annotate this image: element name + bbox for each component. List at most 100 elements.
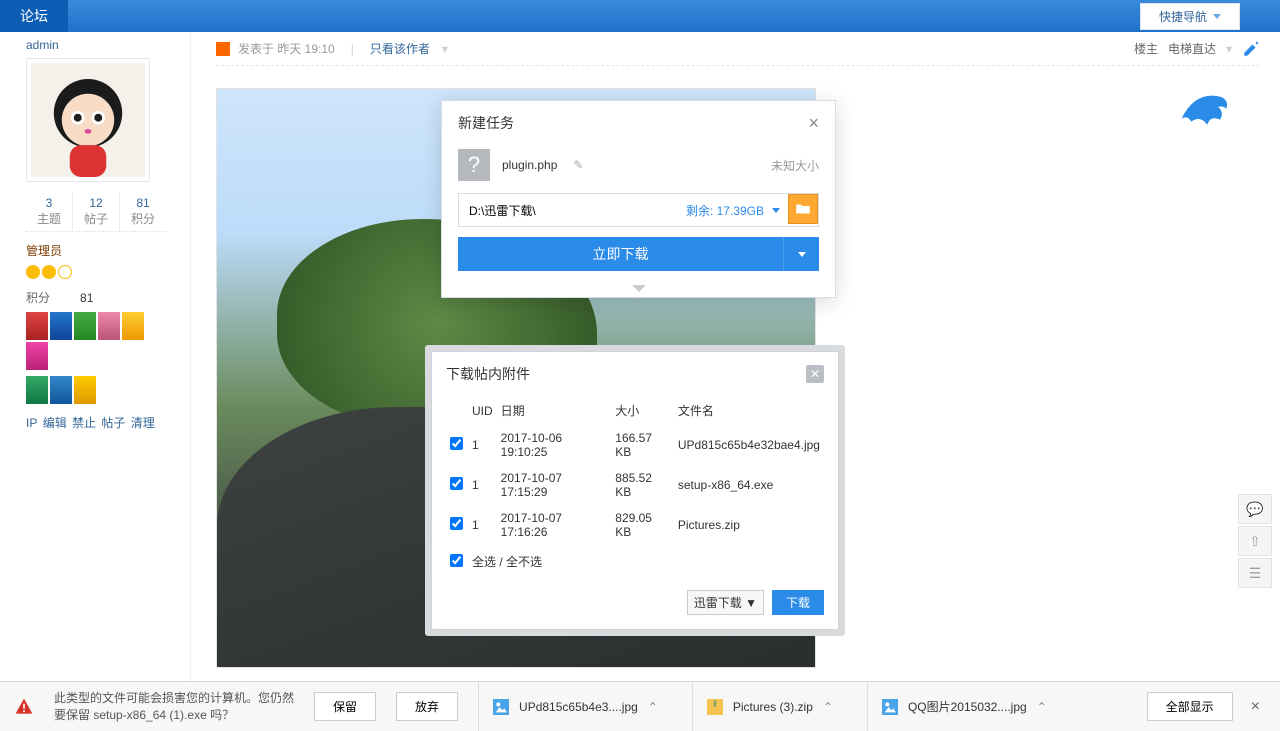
mood-badges bbox=[26, 265, 166, 279]
download-item[interactable]: Pictures (3).zip ⌃ bbox=[692, 682, 847, 731]
posted-at: 发表于 昨天 19:10 bbox=[238, 40, 335, 57]
forum-tab[interactable]: 论坛 bbox=[0, 0, 68, 32]
warning-text: 此类型的文件可能会损害您的计算机。您仍然要保留 setup-x86_64 (1)… bbox=[54, 690, 294, 722]
star-icon bbox=[58, 265, 72, 279]
show-all-button[interactable]: 全部显示 bbox=[1147, 692, 1233, 721]
file-row: ? plugin.php ✎ 未知大小 bbox=[458, 145, 819, 193]
xunlei-bird-icon bbox=[1172, 80, 1236, 144]
post-meta-bar: 发表于 昨天 19:10 | 只看该作者 ▾ 楼主 电梯直达 ▾ bbox=[216, 32, 1260, 66]
col-date: 日期 bbox=[497, 396, 612, 425]
image-file-icon bbox=[493, 699, 509, 715]
medal-icon bbox=[50, 376, 72, 404]
username-link[interactable]: admin bbox=[26, 38, 190, 52]
select-all-checkbox[interactable] bbox=[450, 554, 463, 567]
only-author-link[interactable]: 只看该作者 bbox=[370, 40, 430, 57]
medals-row bbox=[26, 312, 166, 370]
path-input[interactable] bbox=[459, 194, 678, 226]
row-checkbox[interactable] bbox=[450, 437, 463, 450]
medal-icon bbox=[26, 342, 48, 370]
attachment-table: UID 日期 大小 文件名 1 2017-10-06 19:10:25 166.… bbox=[446, 396, 824, 576]
chevron-down-icon[interactable]: ▾ bbox=[442, 42, 448, 56]
chevron-up-icon[interactable]: ⌃ bbox=[648, 700, 658, 714]
close-icon[interactable]: × bbox=[808, 114, 819, 132]
smile-icon bbox=[26, 265, 40, 279]
stat-points[interactable]: 81积分 bbox=[120, 192, 166, 231]
download-item[interactable]: QQ图片2015032....jpg ⌃ bbox=[867, 682, 1061, 731]
floor-owner-link[interactable]: 楼主 bbox=[1134, 40, 1158, 57]
chevron-down-icon[interactable] bbox=[772, 208, 780, 213]
table-row: 1 2017-10-07 17:16:26 829.05 KB Pictures… bbox=[446, 505, 824, 545]
download-item[interactable]: UPd815c65b4e3....jpg ⌃ bbox=[478, 682, 672, 731]
dialog-title: 新建任务 bbox=[458, 113, 514, 133]
chevron-up-icon[interactable]: ⌃ bbox=[1037, 700, 1047, 714]
download-dropdown[interactable] bbox=[783, 237, 819, 271]
edit-filename-icon[interactable]: ✎ bbox=[573, 158, 583, 172]
user-role: 管理员 bbox=[26, 242, 190, 259]
avatar-image bbox=[31, 63, 145, 177]
elevator-link[interactable]: 电梯直达 bbox=[1168, 40, 1216, 57]
comment-icon[interactable]: 💬 bbox=[1238, 494, 1272, 524]
points-row: 积分81 bbox=[26, 289, 190, 306]
zip-file-icon bbox=[707, 699, 723, 715]
neutral-icon bbox=[42, 265, 56, 279]
admin-link-ip[interactable]: IP bbox=[26, 416, 37, 430]
file-icon: ? bbox=[458, 149, 490, 181]
space-left-label[interactable]: 剩余: 17.39GB bbox=[686, 202, 764, 219]
file-size: 未知大小 bbox=[771, 157, 819, 174]
path-row: 剩余: 17.39GB bbox=[458, 193, 819, 227]
file-name: plugin.php bbox=[502, 158, 557, 172]
row-checkbox[interactable] bbox=[450, 517, 463, 530]
quicknav-label: 快捷导航 bbox=[1159, 8, 1207, 25]
list-icon[interactable]: ☰ bbox=[1238, 558, 1272, 588]
select-all-row: 全选 / 全不选 bbox=[446, 545, 824, 576]
row-checkbox[interactable] bbox=[450, 477, 463, 490]
chevron-down-icon[interactable]: ▾ bbox=[1226, 42, 1232, 56]
col-uid: UID bbox=[468, 396, 497, 425]
discard-button[interactable]: 放弃 bbox=[396, 692, 458, 721]
medal-icon bbox=[26, 312, 48, 340]
attachment-panel-wrap: 下载帖内附件 ✕ UID 日期 大小 文件名 1 2017-10-06 19:1… bbox=[425, 345, 845, 636]
attachment-panel: 下载帖内附件 ✕ UID 日期 大小 文件名 1 2017-10-06 19:1… bbox=[431, 351, 839, 630]
close-icon[interactable]: ✕ bbox=[806, 365, 824, 383]
admin-links: IP 编辑 禁止 帖子 清理 bbox=[26, 414, 190, 431]
reply-icon[interactable] bbox=[1242, 40, 1260, 58]
download-bar: 此类型的文件可能会损害您的计算机。您仍然要保留 setup-x86_64 (1)… bbox=[0, 681, 1280, 731]
medal-icon bbox=[74, 376, 96, 404]
user-sidebar: admin 3主题 12帖子 81积分 管理员 积分81 bbox=[20, 32, 190, 690]
col-name: 文件名 bbox=[674, 396, 824, 425]
medals-row-2 bbox=[26, 376, 166, 404]
download-button[interactable]: 立即下载 bbox=[458, 237, 783, 271]
download-small-button[interactable]: 下载 bbox=[772, 590, 824, 615]
back-to-top-icon[interactable]: ⇧ bbox=[1238, 526, 1272, 556]
chevron-up-icon[interactable]: ⌃ bbox=[823, 700, 833, 714]
medal-icon bbox=[74, 312, 96, 340]
attachment-title: 下载帖内附件 bbox=[446, 364, 530, 384]
avatar[interactable] bbox=[26, 58, 150, 182]
admin-link-clean[interactable]: 清理 bbox=[131, 416, 155, 430]
user-icon bbox=[216, 42, 230, 56]
chevron-down-icon bbox=[1213, 14, 1221, 19]
side-tools: 💬 ⇧ ☰ bbox=[1238, 494, 1272, 588]
quicknav-button[interactable]: 快捷导航 bbox=[1140, 3, 1240, 30]
stat-posts[interactable]: 12帖子 bbox=[73, 192, 120, 231]
admin-link-ban[interactable]: 禁止 bbox=[72, 416, 96, 430]
image-file-icon bbox=[882, 699, 898, 715]
admin-link-posts[interactable]: 帖子 bbox=[101, 416, 125, 430]
medal-icon bbox=[26, 376, 48, 404]
warning-icon bbox=[14, 697, 34, 717]
stat-topics[interactable]: 3主题 bbox=[26, 192, 73, 231]
keep-button[interactable]: 保留 bbox=[314, 692, 376, 721]
col-size: 大小 bbox=[611, 396, 674, 425]
medal-icon bbox=[122, 312, 144, 340]
new-task-dialog: 新建任务 × ? plugin.php ✎ 未知大小 剩余: 17.39GB 立… bbox=[441, 100, 836, 298]
browse-folder-button[interactable] bbox=[788, 194, 818, 224]
close-icon[interactable]: × bbox=[1245, 698, 1266, 716]
admin-link-edit[interactable]: 编辑 bbox=[43, 416, 67, 430]
user-stats: 3主题 12帖子 81积分 bbox=[26, 192, 166, 232]
expand-notch[interactable] bbox=[442, 283, 835, 297]
medal-icon bbox=[98, 312, 120, 340]
top-navbar: 论坛 快捷导航 bbox=[0, 0, 1280, 32]
table-row: 1 2017-10-07 17:15:29 885.52 KB setup-x8… bbox=[446, 465, 824, 505]
download-method-select[interactable]: 迅雷下载 ▼ bbox=[687, 590, 764, 615]
medal-icon bbox=[50, 312, 72, 340]
